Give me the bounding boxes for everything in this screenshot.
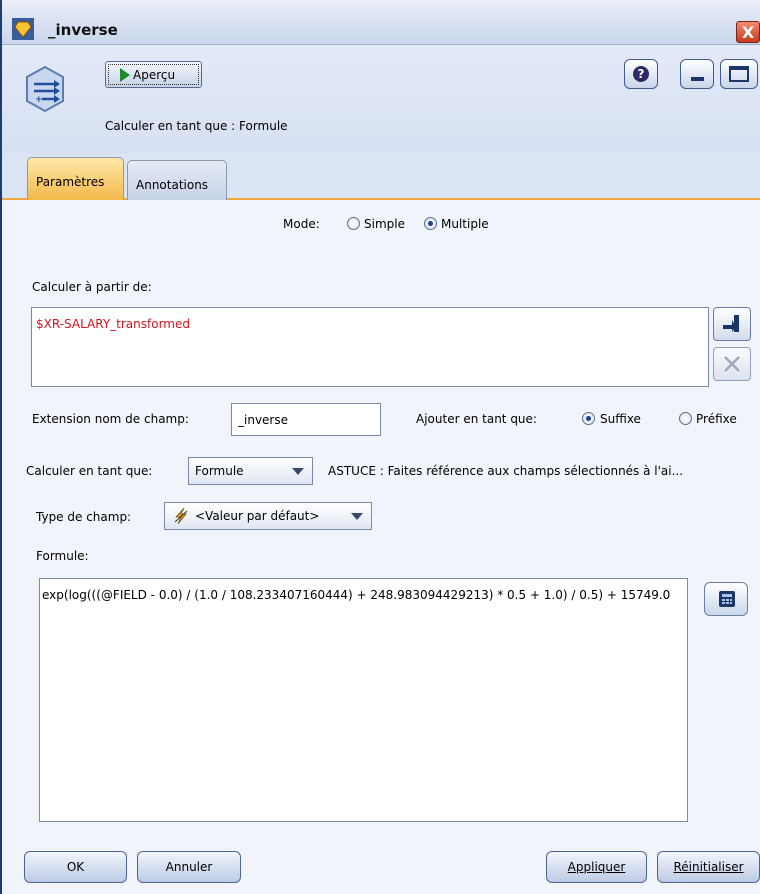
tab-annotations[interactable]: Annotations: [127, 160, 227, 200]
minimize-button[interactable]: [680, 59, 714, 89]
close-button[interactable]: X: [736, 21, 760, 43]
chevron-down-icon: [292, 468, 304, 475]
window-title: _inverse: [48, 21, 118, 39]
tab-parameters[interactable]: Paramètres: [27, 157, 124, 200]
add-as-label: Ajouter en tant que:: [416, 412, 537, 426]
field-list-item[interactable]: $XR-SALARY_transformed: [36, 317, 190, 331]
maximize-icon: [729, 66, 749, 82]
maximize-button[interactable]: [720, 59, 758, 89]
extension-label: Extension nom de champ:: [32, 412, 189, 426]
field-picker-icon: [723, 315, 739, 332]
calculator-icon: [719, 591, 735, 607]
field-type-label: Type de champ:: [36, 510, 132, 524]
play-icon: [120, 68, 130, 82]
derive-node-dialog: _inverse X + Aperçu ? Calculer en tant q…: [0, 0, 760, 894]
help-button[interactable]: ?: [624, 59, 658, 89]
suffix-label: Suffixe: [600, 412, 641, 426]
cancel-button[interactable]: Annuler: [137, 851, 241, 883]
field-type-value: <Valeur par défaut>: [195, 509, 320, 523]
apply-button[interactable]: Appliquer: [546, 851, 647, 883]
compute-as-dropdown[interactable]: Formule: [188, 457, 313, 485]
prefix-radio[interactable]: [679, 412, 692, 425]
extension-field[interactable]: [231, 403, 381, 436]
field-type-dropdown[interactable]: <Valeur par défaut>: [164, 502, 372, 530]
compute-caption: Calculer en tant que : Formule: [105, 119, 288, 133]
preview-button-label: Aperçu: [133, 68, 176, 82]
expression-builder-button[interactable]: [704, 582, 748, 616]
formula-label: Formule:: [36, 549, 89, 563]
svg-text:+: +: [35, 95, 43, 105]
delete-x-icon: [724, 356, 740, 372]
formula-editor[interactable]: exp(log(((@FIELD - 0.0) / (1.0 / 108.233…: [39, 578, 688, 822]
app-diamond-icon: [12, 18, 34, 40]
compute-as-label: Calculer en tant que:: [26, 464, 153, 478]
mode-simple-label: Simple: [364, 217, 405, 231]
tab-parameters-label: Paramètres: [36, 175, 105, 189]
tab-annotations-label: Annotations: [136, 178, 209, 192]
compute-as-value: Formule: [195, 464, 244, 478]
reset-button[interactable]: Réinitialiser: [657, 851, 760, 883]
remove-field-button[interactable]: [713, 347, 751, 381]
extension-input[interactable]: [232, 404, 380, 436]
help-icon: ?: [633, 66, 649, 82]
compute-as-hint: ASTUCE : Faites référence aux champs sél…: [328, 464, 684, 478]
formula-text[interactable]: exp(log(((@FIELD - 0.0) / (1.0 / 108.233…: [42, 585, 682, 605]
derive-from-field-list[interactable]: $XR-SALARY_transformed: [31, 307, 709, 387]
mode-simple-radio[interactable]: [347, 217, 360, 230]
chevron-down-icon: [351, 513, 363, 520]
mode-multiple-radio[interactable]: [424, 217, 437, 230]
mode-label: Mode:: [283, 217, 320, 231]
ok-button[interactable]: OK: [24, 851, 127, 883]
derive-from-label: Calculer à partir de:: [32, 280, 152, 294]
field-picker-button[interactable]: [713, 307, 751, 341]
prefix-label: Préfixe: [696, 412, 737, 426]
derive-node-icon: +: [26, 65, 64, 113]
minimize-icon: [691, 77, 704, 81]
suffix-radio[interactable]: [582, 412, 595, 425]
mode-multiple-label: Multiple: [441, 217, 489, 231]
lightning-icon: [174, 508, 188, 524]
preview-button[interactable]: Aperçu: [105, 61, 202, 88]
